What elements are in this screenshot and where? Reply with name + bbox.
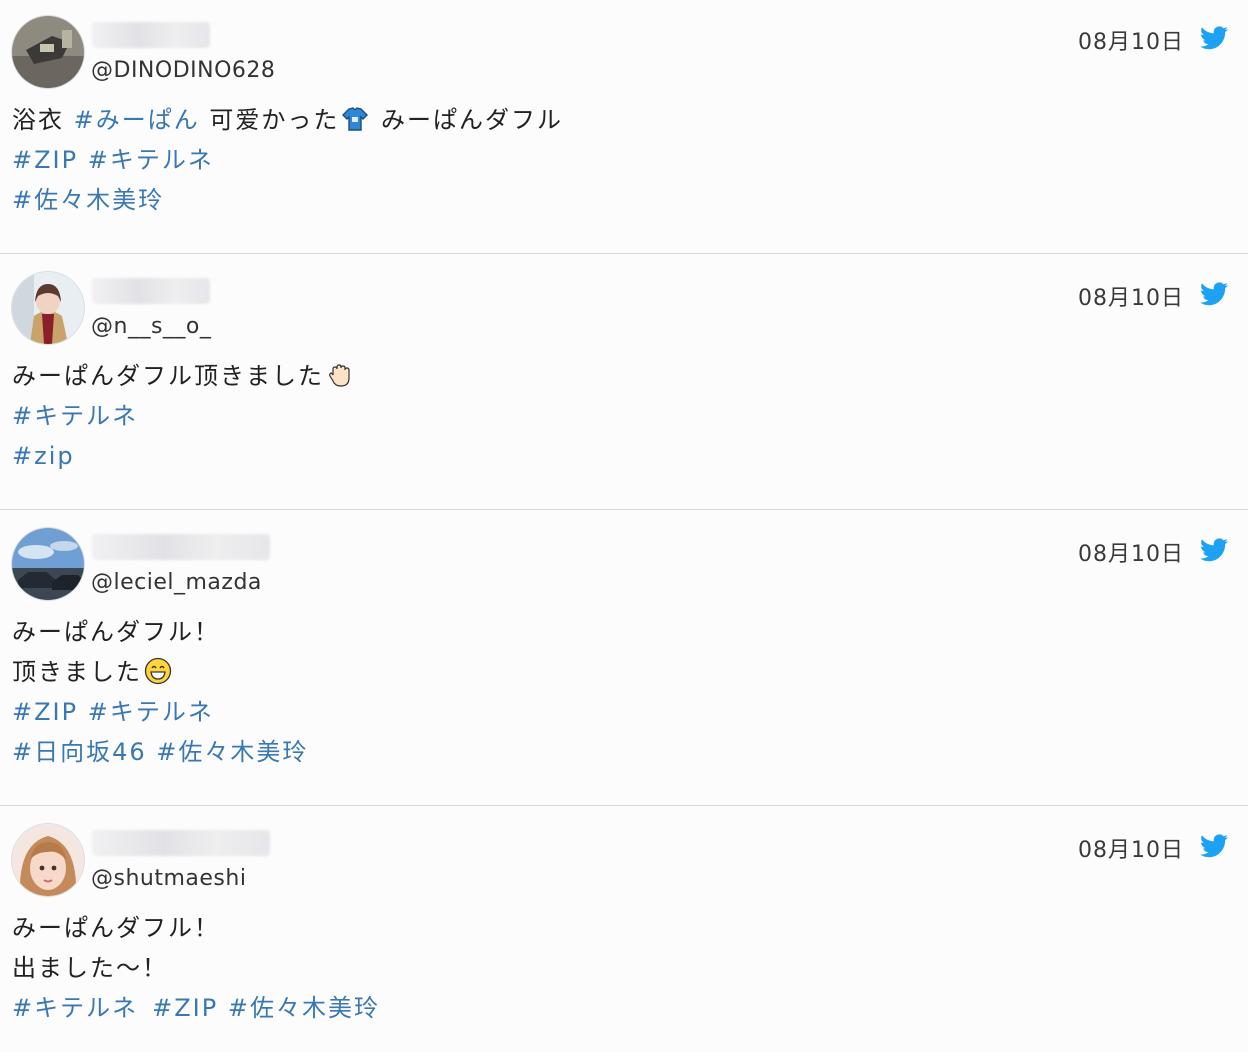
user-handle[interactable]: @n__s__o_ bbox=[91, 314, 211, 339]
tweet-line: #zip bbox=[12, 436, 356, 476]
tweet-line: #ZIP #キテルネ bbox=[12, 140, 563, 180]
hashtag-link[interactable]: #ZIP bbox=[152, 994, 218, 1022]
text: みーぱんダフル！ bbox=[12, 618, 220, 646]
user-handle[interactable]: @leciel_mazda bbox=[91, 570, 262, 595]
twitter-bird-icon[interactable] bbox=[1200, 282, 1228, 306]
hashtag-link[interactable]: #キテルネ bbox=[12, 402, 138, 430]
tweet-date[interactable]: 08月10日 bbox=[1078, 280, 1184, 312]
tweet-line: 顶きました bbox=[12, 652, 308, 692]
tweet-line: #日向坂46 #佐々木美玲 bbox=[12, 732, 308, 772]
tweet-date[interactable]: 08月10日 bbox=[1078, 24, 1184, 56]
hashtag-link[interactable]: #佐々木美玲 bbox=[12, 186, 164, 214]
tweet-line: 出ました〜！ bbox=[12, 948, 380, 988]
grinning-face-emoji-icon bbox=[144, 657, 172, 685]
text: みーぱんダフル顶きました bbox=[12, 362, 324, 390]
tweet-line: #キテルネ #ZIP #佐々木美玲 bbox=[12, 988, 380, 1028]
tweet-text: 浴衣 #みーぱん 可爱かった みーぱんダフル #ZIP #キテルネ #佐々木美玲 bbox=[12, 100, 563, 220]
text: 可爱かった bbox=[199, 106, 340, 134]
text: 出ました〜！ bbox=[12, 954, 168, 982]
twitter-bird-icon[interactable] bbox=[1200, 834, 1228, 858]
text: 顶きました bbox=[12, 658, 142, 686]
hashtag-link[interactable]: #zip bbox=[12, 442, 75, 470]
tweet-line: みーぱんダフル！ bbox=[12, 612, 308, 652]
display-name-blurred bbox=[92, 534, 270, 560]
raised-hand-emoji-icon bbox=[329, 364, 350, 387]
hashtag-link[interactable]: #佐々木美玲 bbox=[228, 994, 380, 1022]
text: 浴衣 bbox=[12, 106, 74, 134]
tweet-card[interactable]: @shutmaeshi 08月10日 みーぱんダフル！ 出ました〜！ #キテルネ… bbox=[0, 808, 1248, 1052]
tweet-date[interactable]: 08月10日 bbox=[1078, 536, 1184, 568]
tweet-line: 浴衣 #みーぱん 可爱かった みーぱんダフル bbox=[12, 100, 563, 140]
tweet-feed: @DINODINO628 08月10日 浴衣 #みーぱん 可爱かった みーぱんダ… bbox=[0, 0, 1248, 1052]
avatar[interactable] bbox=[12, 824, 84, 896]
avatar[interactable] bbox=[12, 16, 84, 88]
hashtag-link[interactable]: #ZIP bbox=[12, 146, 78, 174]
hashtag-link[interactable]: #みーぱん bbox=[74, 106, 200, 134]
twitter-bird-icon[interactable] bbox=[1200, 26, 1228, 50]
hashtag-link[interactable]: #キテルネ bbox=[12, 994, 138, 1022]
tweet-card[interactable]: @leciel_mazda 08月10日 みーぱんダフル！ 顶きました #ZIP… bbox=[0, 512, 1248, 806]
display-name-blurred bbox=[92, 830, 270, 856]
twitter-bird-icon[interactable] bbox=[1200, 538, 1228, 562]
user-handle[interactable]: @shutmaeshi bbox=[91, 866, 246, 891]
tshirt-emoji-icon bbox=[342, 107, 369, 131]
user-handle[interactable]: @DINODINO628 bbox=[91, 58, 275, 83]
display-name-blurred bbox=[92, 22, 210, 48]
tweet-card[interactable]: @DINODINO628 08月10日 浴衣 #みーぱん 可爱かった みーぱんダ… bbox=[0, 0, 1248, 254]
hashtag-link[interactable]: #キテルネ bbox=[88, 698, 214, 726]
tweet-card[interactable]: @n__s__o_ 08月10日 みーぱんダフル顶きました #キテルネ #zip bbox=[0, 256, 1248, 510]
tweet-text: みーぱんダフル！ 出ました〜！ #キテルネ #ZIP #佐々木美玲 bbox=[12, 908, 380, 1028]
tweet-line: みーぱんダフル！ bbox=[12, 908, 380, 948]
hashtag-link[interactable]: #キテルネ bbox=[88, 146, 214, 174]
text: みーぱんダフル bbox=[371, 106, 564, 134]
tweet-date[interactable]: 08月10日 bbox=[1078, 832, 1184, 864]
tweet-line: #キテルネ bbox=[12, 396, 356, 436]
text: みーぱんダフル！ bbox=[12, 914, 220, 942]
avatar[interactable] bbox=[12, 528, 84, 600]
avatar[interactable] bbox=[12, 272, 84, 344]
tweet-text: みーぱんダフル！ 顶きました #ZIP #キテルネ #日向坂46 #佐々木美玲 bbox=[12, 612, 308, 772]
tweet-line: #ZIP #キテルネ bbox=[12, 692, 308, 732]
tweet-line: みーぱんダフル顶きました bbox=[12, 356, 356, 396]
display-name-blurred bbox=[92, 278, 210, 304]
tweet-text: みーぱんダフル顶きました #キテルネ #zip bbox=[12, 356, 356, 476]
hashtag-link[interactable]: #日向坂46 bbox=[12, 738, 147, 766]
hashtag-link[interactable]: #佐々木美玲 bbox=[156, 738, 308, 766]
tweet-line: #佐々木美玲 bbox=[12, 180, 563, 220]
hashtag-link[interactable]: #ZIP bbox=[12, 698, 78, 726]
